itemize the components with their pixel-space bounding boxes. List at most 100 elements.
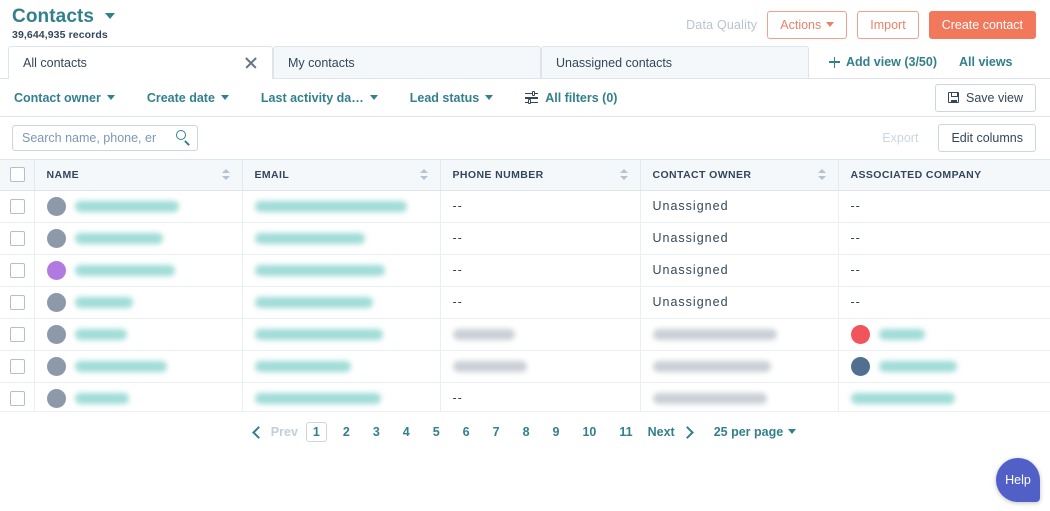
filter-contact-owner[interactable]: Contact owner xyxy=(14,91,115,105)
cell-contact-owner xyxy=(640,382,838,414)
table-row[interactable]: --Unassigned-- xyxy=(0,254,1050,286)
chevron-right-icon[interactable] xyxy=(681,426,694,439)
page-number-1[interactable]: 1 xyxy=(306,422,327,442)
row-checkbox[interactable] xyxy=(10,199,25,214)
cell-associated-company[interactable]: -- xyxy=(838,190,1050,222)
title-chevron-down-icon[interactable] xyxy=(105,13,115,19)
row-checkbox[interactable] xyxy=(10,263,25,278)
select-all-checkbox[interactable] xyxy=(10,167,25,182)
filter-create-date[interactable]: Create date xyxy=(147,91,229,105)
sort-icon[interactable] xyxy=(420,168,428,181)
filter-lead-status-label: Lead status xyxy=(410,91,479,105)
cell-contact-owner: Unassigned xyxy=(640,190,838,222)
cell-associated-company[interactable]: -- xyxy=(838,254,1050,286)
row-checkbox[interactable] xyxy=(10,391,25,406)
row-checkbox[interactable] xyxy=(10,359,25,374)
tab-all-contacts[interactable]: All contacts xyxy=(8,46,273,78)
cell-email[interactable] xyxy=(242,286,440,318)
save-view-button[interactable]: Save view xyxy=(935,84,1036,112)
cell-name[interactable] xyxy=(34,254,242,286)
tab-unassigned-contacts[interactable]: Unassigned contacts xyxy=(541,46,809,78)
cell-name[interactable] xyxy=(34,286,242,318)
avatar xyxy=(47,197,66,216)
tab-my-contacts[interactable]: My contacts xyxy=(273,46,541,78)
page-number-7[interactable]: 7 xyxy=(486,423,507,441)
cell-name[interactable] xyxy=(34,350,242,382)
page-number-8[interactable]: 8 xyxy=(516,423,537,441)
all-filters-label: All filters (0) xyxy=(545,91,617,105)
plus-icon xyxy=(829,57,840,68)
avatar xyxy=(47,261,66,280)
cell-email[interactable] xyxy=(242,190,440,222)
close-icon[interactable] xyxy=(244,56,258,70)
filter-last-activity-date[interactable]: Last activity da… xyxy=(261,91,378,105)
page-number-9[interactable]: 9 xyxy=(546,423,567,441)
cell-email[interactable] xyxy=(242,350,440,382)
page-number-6[interactable]: 6 xyxy=(456,423,477,441)
page-number-11[interactable]: 11 xyxy=(612,423,639,441)
all-filters-button[interactable]: All filters (0) xyxy=(525,91,617,105)
import-button[interactable]: Import xyxy=(857,11,918,39)
column-header-name[interactable]: NAME xyxy=(34,160,242,190)
data-quality-link[interactable]: Data Quality xyxy=(686,18,757,32)
cell-name[interactable] xyxy=(34,382,242,414)
cell-associated-company[interactable] xyxy=(838,318,1050,350)
page-number-10[interactable]: 10 xyxy=(575,423,603,441)
help-button[interactable]: Help xyxy=(996,458,1040,502)
table-row[interactable] xyxy=(0,318,1050,350)
add-view-label: Add view (3/50) xyxy=(846,55,937,69)
add-view-button[interactable]: Add view (3/50) xyxy=(829,55,937,69)
cell-name[interactable] xyxy=(34,318,242,350)
all-views-link[interactable]: All views xyxy=(959,55,1013,69)
pagination-bar: Prev 123456789 10 11 Next 25 per page xyxy=(0,411,1050,452)
page-title-row[interactable]: Contacts xyxy=(12,6,115,28)
page-number-5[interactable]: 5 xyxy=(426,423,447,441)
cell-phone-number: -- xyxy=(440,382,640,414)
page-number-4[interactable]: 4 xyxy=(396,423,417,441)
select-all-header xyxy=(0,160,34,190)
prev-page-button[interactable]: Prev xyxy=(271,425,298,439)
edit-columns-button[interactable]: Edit columns xyxy=(938,124,1036,152)
cell-email[interactable] xyxy=(242,254,440,286)
cell-name[interactable] xyxy=(34,222,242,254)
page-number-2[interactable]: 2 xyxy=(336,423,357,441)
row-checkbox[interactable] xyxy=(10,231,25,246)
chevron-left-icon[interactable] xyxy=(252,426,265,439)
cell-associated-company[interactable] xyxy=(838,350,1050,382)
cell-name[interactable] xyxy=(34,190,242,222)
row-checkbox[interactable] xyxy=(10,295,25,310)
per-page-selector[interactable]: 25 per page xyxy=(714,425,796,439)
search-input[interactable] xyxy=(12,125,198,151)
table-header-row: NAME EMAIL PHONE NUMBER CONTACT OWNER xyxy=(0,160,1050,190)
save-disk-icon xyxy=(948,92,959,103)
sort-icon[interactable] xyxy=(818,168,826,181)
table-row[interactable]: --Unassigned-- xyxy=(0,286,1050,318)
filter-lead-status[interactable]: Lead status xyxy=(410,91,493,105)
cell-associated-company[interactable] xyxy=(838,382,1050,414)
cell-associated-company[interactable]: -- xyxy=(838,286,1050,318)
create-contact-button[interactable]: Create contact xyxy=(929,11,1036,39)
column-header-associated-company[interactable]: ASSOCIATED COMPANY xyxy=(838,160,1050,190)
table-row[interactable]: --Unassigned-- xyxy=(0,222,1050,254)
cell-email[interactable] xyxy=(242,318,440,350)
cell-email[interactable] xyxy=(242,382,440,414)
column-header-contact-owner[interactable]: CONTACT OWNER xyxy=(640,160,838,190)
actions-button[interactable]: Actions xyxy=(767,11,847,39)
table-row[interactable]: -- xyxy=(0,382,1050,414)
chevron-down-icon xyxy=(221,95,229,100)
export-button[interactable]: Export xyxy=(872,125,928,151)
column-header-email[interactable]: EMAIL xyxy=(242,160,440,190)
page-number-3[interactable]: 3 xyxy=(366,423,387,441)
column-header-phone-number[interactable]: PHONE NUMBER xyxy=(440,160,640,190)
sort-icon[interactable] xyxy=(222,168,230,181)
row-select-cell xyxy=(0,190,34,222)
table-row[interactable]: --Unassigned-- xyxy=(0,190,1050,222)
table-row[interactable] xyxy=(0,350,1050,382)
cell-email[interactable] xyxy=(242,222,440,254)
next-page-button[interactable]: Next xyxy=(648,425,675,439)
row-checkbox[interactable] xyxy=(10,327,25,342)
sort-icon[interactable] xyxy=(620,168,628,181)
search-icon[interactable] xyxy=(176,130,191,145)
per-page-label: 25 per page xyxy=(714,425,783,439)
cell-associated-company[interactable]: -- xyxy=(838,222,1050,254)
